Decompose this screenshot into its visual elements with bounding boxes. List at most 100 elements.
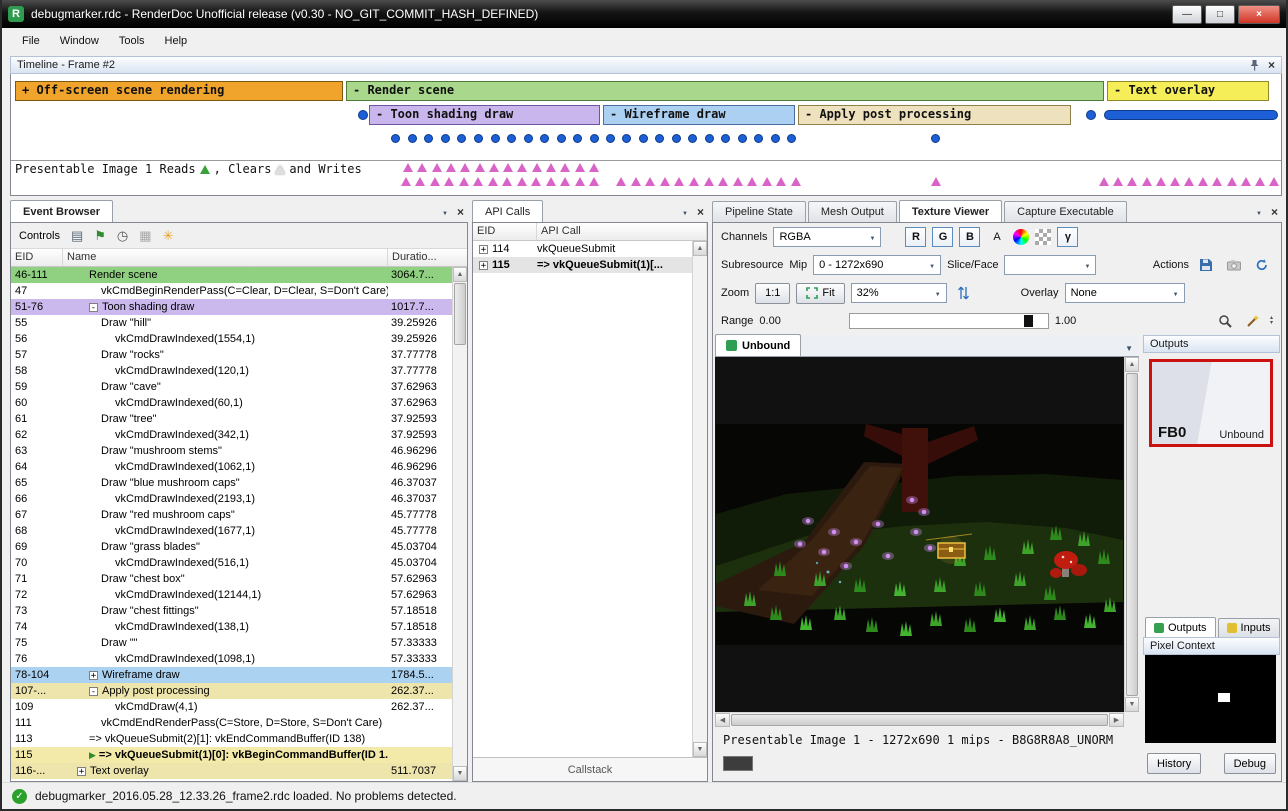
event-row[interactable]: 59Draw "cave"37.62963	[11, 379, 452, 395]
write-marker-icon[interactable]	[660, 177, 670, 186]
fit-button[interactable]: Fit	[796, 283, 844, 304]
scroll-down-icon[interactable]: ▼	[1125, 697, 1139, 712]
draw-dot-icon[interactable]	[358, 110, 368, 120]
panel-menu-icon[interactable]	[682, 206, 688, 218]
color-wheel-icon[interactable]	[1013, 229, 1029, 245]
timeline-close-icon[interactable]	[1268, 58, 1275, 72]
slice-face-dropdown[interactable]	[1004, 255, 1096, 275]
draw-dot-icon[interactable]	[391, 134, 400, 143]
autofit-wand-icon[interactable]	[1242, 311, 1264, 332]
event-row[interactable]: 57Draw "rocks"37.77778	[11, 347, 452, 363]
overlay-dropdown[interactable]: None	[1065, 283, 1185, 303]
write-marker-icon[interactable]	[403, 163, 413, 172]
range-slider[interactable]	[849, 313, 1049, 329]
event-row[interactable]: 65Draw "blue mushroom caps"46.37037	[11, 475, 452, 491]
draw-dot-icon[interactable]	[655, 134, 664, 143]
event-row[interactable]: 115▶=> vkQueueSubmit(1)[0]: vkBeginComma…	[11, 747, 452, 763]
write-marker-icon[interactable]	[446, 163, 456, 172]
draw-dot-icon[interactable]	[622, 134, 631, 143]
viewport-hscrollbar[interactable]: ◀ ▶	[715, 712, 1124, 727]
write-marker-icon[interactable]	[560, 177, 570, 186]
event-row[interactable]: 63Draw "mushroom stems"46.96296	[11, 443, 452, 459]
scroll-thumb[interactable]	[454, 283, 466, 345]
minimize-button[interactable]: —	[1172, 5, 1202, 24]
write-marker-icon[interactable]	[589, 177, 599, 186]
close-button[interactable]: ×	[1238, 5, 1280, 24]
write-marker-icon[interactable]	[432, 163, 442, 172]
write-marker-icon[interactable]	[674, 177, 684, 186]
draw-dot-icon[interactable]	[931, 134, 940, 143]
tree-expander-icon[interactable]: +	[479, 261, 488, 270]
tab-api-calls[interactable]: API Calls	[472, 200, 543, 222]
draw-dot-icon[interactable]	[606, 134, 615, 143]
channel-red-button[interactable]: R	[905, 227, 926, 247]
draw-dot-icon[interactable]	[590, 134, 599, 143]
timeline-toggle-icon[interactable]: ▤	[71, 228, 83, 244]
event-row[interactable]: 72vkCmdDrawIndexed(12144,1)57.62963	[11, 587, 452, 603]
write-marker-icon[interactable]	[689, 177, 699, 186]
event-row[interactable]: 69Draw "grass blades"45.03704	[11, 539, 452, 555]
write-marker-icon[interactable]	[517, 163, 527, 172]
write-marker-icon[interactable]	[473, 177, 483, 186]
write-marker-icon[interactable]	[1198, 177, 1208, 186]
write-marker-icon[interactable]	[475, 163, 485, 172]
range-slider-handle[interactable]	[1024, 315, 1033, 327]
event-row[interactable]: 67Draw "red mushroom caps"45.77778	[11, 507, 452, 523]
tab-outputs[interactable]: Outputs	[1145, 617, 1216, 637]
draw-dot-icon[interactable]	[457, 134, 466, 143]
channel-alpha-button[interactable]: A	[986, 227, 1007, 247]
write-marker-icon[interactable]	[430, 177, 440, 186]
flip-y-icon[interactable]	[953, 283, 975, 304]
settings-icon[interactable]: ✳	[163, 228, 174, 244]
event-row[interactable]: 109vkCmdDraw(4,1)262.37...	[11, 699, 452, 715]
output-fb0-thumbnail[interactable]: FB0 Unbound	[1149, 359, 1273, 447]
draw-dot-icon[interactable]	[771, 134, 780, 143]
write-marker-icon[interactable]	[631, 177, 641, 186]
write-marker-icon[interactable]	[1212, 177, 1222, 186]
scroll-thumb[interactable]	[1126, 373, 1138, 696]
scroll-down-icon[interactable]: ▼	[453, 766, 467, 781]
write-marker-icon[interactable]	[589, 163, 599, 172]
timeline-marker[interactable]: - Render scene	[346, 81, 1104, 101]
write-marker-icon[interactable]	[560, 163, 570, 172]
write-marker-icon[interactable]	[417, 163, 427, 172]
write-marker-icon[interactable]	[1269, 177, 1279, 186]
event-row[interactable]: 76vkCmdDrawIndexed(1098,1)57.33333	[11, 651, 452, 667]
write-marker-icon[interactable]	[704, 177, 714, 186]
write-marker-icon[interactable]	[762, 177, 772, 186]
draw-dot-icon[interactable]	[787, 134, 796, 143]
draw-dot-icon[interactable]	[573, 134, 582, 143]
write-marker-icon[interactable]	[1241, 177, 1251, 186]
gamma-button[interactable]: γ	[1057, 227, 1078, 247]
api-call-row[interactable]: +114vkQueueSubmit	[473, 241, 692, 257]
scroll-down-icon[interactable]: ▼	[693, 742, 707, 757]
texture-image[interactable]	[716, 424, 1123, 645]
event-row[interactable]: 66vkCmdDrawIndexed(2193,1)46.37037	[11, 491, 452, 507]
panel-close-icon[interactable]	[457, 205, 464, 219]
tree-expander-icon[interactable]: -	[89, 303, 98, 312]
tree-expander-icon[interactable]: -	[89, 687, 98, 696]
write-marker-icon[interactable]	[1156, 177, 1166, 186]
event-row[interactable]: 60vkCmdDrawIndexed(60,1)37.62963	[11, 395, 452, 411]
write-marker-icon[interactable]	[503, 163, 513, 172]
write-marker-icon[interactable]	[531, 177, 541, 186]
panel-menu-icon[interactable]	[442, 206, 448, 218]
draw-dot-icon[interactable]	[557, 134, 566, 143]
write-marker-icon[interactable]	[776, 177, 786, 186]
write-marker-icon[interactable]	[718, 177, 728, 186]
event-row[interactable]: 116-...+Text overlay511.7037	[11, 763, 452, 779]
draw-dot-icon[interactable]	[540, 134, 549, 143]
tree-expander-icon[interactable]: +	[479, 245, 488, 254]
event-row[interactable]: 64vkCmdDrawIndexed(1062,1)46.96296	[11, 459, 452, 475]
write-marker-icon[interactable]	[1127, 177, 1137, 186]
write-marker-icon[interactable]	[1184, 177, 1194, 186]
refresh-icon[interactable]	[1251, 255, 1273, 276]
draw-dot-icon[interactable]	[688, 134, 697, 143]
write-marker-icon[interactable]	[489, 163, 499, 172]
zoom-1to1-button[interactable]: 1:1	[755, 283, 790, 304]
event-row[interactable]: 58vkCmdDrawIndexed(120,1)37.77778	[11, 363, 452, 379]
draw-dot-icon[interactable]	[754, 134, 763, 143]
draw-dots-dense[interactable]	[1104, 110, 1278, 120]
tree-expander-icon[interactable]: +	[89, 671, 98, 680]
tab-texture-viewer[interactable]: Texture Viewer	[899, 200, 1002, 222]
